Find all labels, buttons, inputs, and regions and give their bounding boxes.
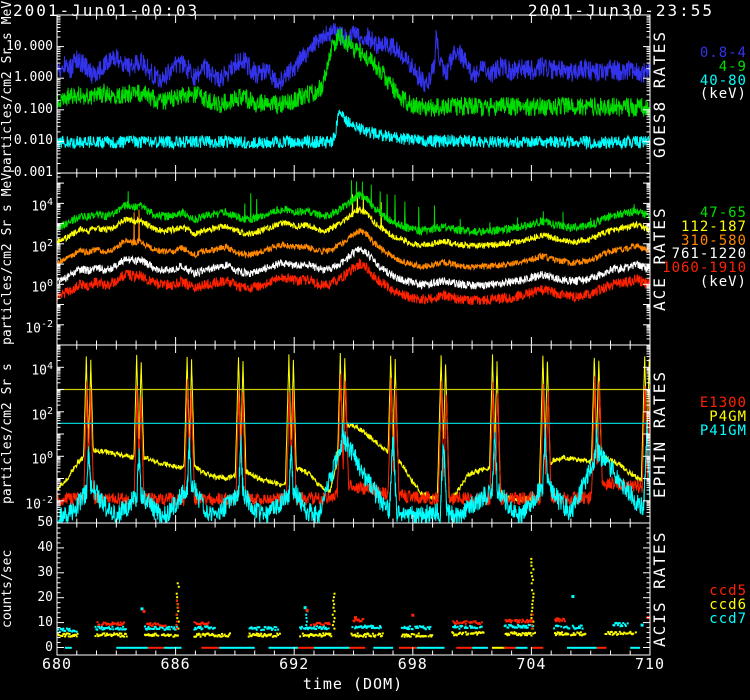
scatter-ccd5 (97, 600, 650, 649)
legend-item-ccd5: ccd5 (709, 584, 747, 598)
trace-0.8-4 (57, 23, 650, 92)
y-axis-label-ephin: particles/cm2 Sr s (0, 345, 16, 523)
trace-E1300 (57, 374, 650, 506)
panel-traces-goes8-rates (57, 23, 650, 148)
legend-item-112-187: 112-187 (681, 220, 747, 234)
x-axis-title: time (DOM) (253, 675, 453, 693)
legend-item-p41gm: P41GM (700, 424, 747, 438)
legend-item-e1300: E1300 (700, 396, 747, 410)
legend-item-47-65: 47-65 (700, 206, 747, 220)
x-tick-label: 692 (264, 656, 324, 672)
plot-canvas (0, 0, 750, 700)
plot-figure: 2001-Jun01-00:03 2001-Jun30-23:55 10.000… (0, 0, 750, 700)
legend-item-0-8-4: 0.8-4 (700, 46, 747, 60)
x-tick-label: 680 (27, 656, 87, 672)
legend-item--kev-: (keV) (700, 275, 747, 289)
panel-traces-ephin-rates (57, 353, 650, 523)
panel-title-goes8-rates: GOES8 RATES (650, 15, 670, 173)
panel-traces-acis-rates (57, 558, 650, 649)
y-axis-label-ace: particles/cm2 Sr s MeV (0, 173, 16, 345)
legend-item-ccd6: ccd6 (709, 598, 747, 612)
legend-item-p4gm: P4GM (709, 410, 747, 424)
legend-item-ccd7: ccd7 (709, 612, 747, 626)
threshold-lines-layer (57, 390, 650, 424)
panel-title-acis-rates: ACIS RATES (650, 523, 670, 655)
x-tick-label: 686 (146, 656, 206, 672)
scatter-ccd6 (57, 558, 637, 649)
trace-40-80 (57, 111, 650, 149)
traces-layer (57, 23, 650, 649)
x-tick-label: 698 (383, 656, 443, 672)
y-axis-label-acis: counts/sec (0, 523, 16, 655)
panel-traces-ace-rates (57, 180, 650, 305)
trace-P4GM (57, 353, 650, 502)
panel-title-ace-rates: ACE RATES (650, 173, 670, 345)
trace-P41GM (57, 420, 650, 523)
x-tick-label: 704 (501, 656, 561, 672)
panel-title-ephin-rates: EPHIN RATES (650, 345, 670, 523)
y-axis-label-goes8: particles/cm2 Sr s MeV (0, 15, 16, 173)
legend-item--kev-: (keV) (700, 87, 747, 101)
legend-item-4-9: 4-9 (719, 60, 747, 74)
x-tick-label: 710 (620, 656, 680, 672)
